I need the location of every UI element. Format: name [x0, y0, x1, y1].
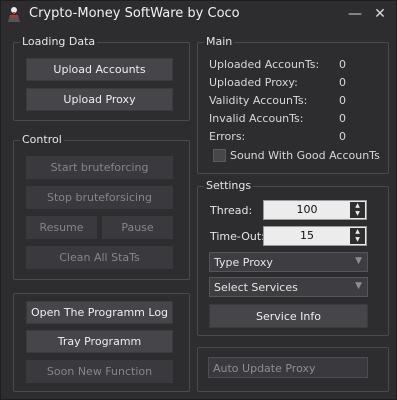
stop-bruteforcing-button[interactable]: Stop bruteforsicing [26, 186, 173, 209]
triangle-down-icon[interactable]: ▼ [350, 236, 365, 244]
auto-update-proxy-placeholder: Auto Update Proxy [213, 362, 316, 375]
errors-label: Errors: [209, 130, 246, 143]
tray-programm-button[interactable]: Tray Programm [26, 330, 173, 353]
thread-stepper-buttons[interactable]: ▲ ▼ [350, 202, 365, 218]
validity-accounts-value: 0 [339, 94, 346, 107]
close-button[interactable]: ✕ [367, 2, 393, 26]
triangle-down-icon: ▼ [355, 281, 362, 291]
errors-value: 0 [339, 130, 346, 143]
triangle-up-icon[interactable]: ▲ [350, 228, 365, 236]
triangle-down-icon[interactable]: ▼ [350, 210, 365, 218]
upload-proxy-button[interactable]: Upload Proxy [26, 88, 173, 111]
triangle-down-icon: ▼ [355, 256, 362, 266]
app-window: Crypto-Money SoftWare by Coco — ✕ Loadin… [0, 0, 397, 400]
thread-label: Thread: [210, 204, 253, 217]
sound-checkbox-label[interactable]: Sound With Good AccounTs [230, 149, 380, 162]
pause-button[interactable]: Pause [102, 216, 173, 239]
user-icon [8, 7, 20, 22]
select-services-value: Select Services [214, 281, 298, 294]
soon-new-function-button[interactable]: Soon New Function [26, 360, 173, 383]
thread-value[interactable]: 100 [264, 203, 350, 216]
type-proxy-value: Type Proxy [214, 256, 273, 269]
timeout-value[interactable]: 15 [264, 229, 350, 242]
select-services-dropdown[interactable]: Select Services ▼ [209, 277, 368, 297]
upload-accounts-button[interactable]: Upload Accounts [26, 58, 173, 81]
uploaded-proxy-label: Uploaded Proxy: [209, 76, 298, 89]
window-title: Crypto-Money SoftWare by Coco [29, 6, 240, 21]
thread-stepper[interactable]: 100 ▲ ▼ [263, 200, 367, 220]
open-programm-log-button[interactable]: Open The Programm Log [26, 301, 173, 324]
timeout-stepper-buttons[interactable]: ▲ ▼ [350, 228, 365, 244]
timeout-label: Time-Out: [210, 230, 265, 243]
start-bruteforcing-button[interactable]: Start bruteforcing [26, 156, 173, 179]
loading-data-title: Loading Data [20, 35, 98, 48]
uploaded-accounts-label: Uploaded AccounTs: [209, 58, 320, 71]
timeout-stepper[interactable]: 15 ▲ ▼ [263, 226, 367, 246]
minimize-button[interactable]: — [342, 2, 368, 26]
sound-checkbox[interactable] [213, 149, 226, 162]
resume-button[interactable]: Resume [26, 216, 97, 239]
validity-accounts-label: Validity AccounTs: [209, 94, 308, 107]
triangle-up-icon[interactable]: ▲ [350, 202, 365, 210]
service-info-button[interactable]: Service Info [209, 304, 368, 328]
invalid-accounts-value: 0 [339, 112, 346, 125]
main-title: Main [204, 35, 235, 48]
auto-update-proxy-input[interactable]: Auto Update Proxy [208, 357, 368, 378]
uploaded-accounts-value: 0 [339, 58, 346, 71]
settings-title: Settings [204, 179, 254, 192]
title-bar[interactable]: Crypto-Money SoftWare by Coco — ✕ [1, 1, 396, 28]
clean-all-stats-button[interactable]: Clean All StaTs [26, 246, 173, 269]
invalid-accounts-label: Invalid AccounTs: [209, 112, 304, 125]
uploaded-proxy-value: 0 [339, 76, 346, 89]
control-title: Control [20, 133, 64, 146]
type-proxy-dropdown[interactable]: Type Proxy ▼ [209, 252, 368, 272]
